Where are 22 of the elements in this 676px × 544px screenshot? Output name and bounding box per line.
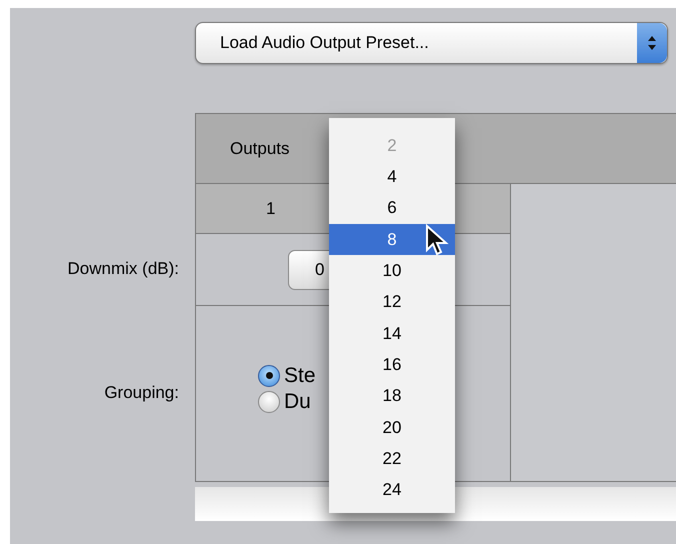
- mouse-pointer-icon: [425, 224, 449, 258]
- menu-item[interactable]: 20: [329, 412, 455, 443]
- menu-item[interactable]: 24: [329, 474, 455, 506]
- menu-item[interactable]: 10: [329, 255, 455, 286]
- radio-label: Du: [284, 388, 311, 415]
- menu-item[interactable]: 14: [329, 318, 455, 350]
- preset-popup[interactable]: Load Audio Output Preset...: [195, 22, 668, 64]
- menu-item[interactable]: 16: [329, 349, 455, 380]
- row-label: Grouping:: [104, 382, 179, 404]
- column-number: 1: [266, 198, 276, 220]
- stepper-arrows-icon: [637, 23, 667, 63]
- menu-item[interactable]: 22: [329, 442, 455, 474]
- radio-button[interactable]: [258, 364, 280, 386]
- menu-item[interactable]: 4: [329, 161, 455, 193]
- header-label: Outputs: [230, 138, 290, 160]
- radio-label: Ste: [284, 362, 316, 389]
- menu-item[interactable]: 12: [329, 286, 455, 318]
- menu-item[interactable]: 6: [329, 192, 455, 224]
- row-label: Downmix (dB):: [68, 258, 179, 280]
- menu-item[interactable]: 8: [329, 224, 455, 256]
- menu-item[interactable]: 18: [329, 380, 455, 412]
- radio-button[interactable]: [258, 390, 280, 412]
